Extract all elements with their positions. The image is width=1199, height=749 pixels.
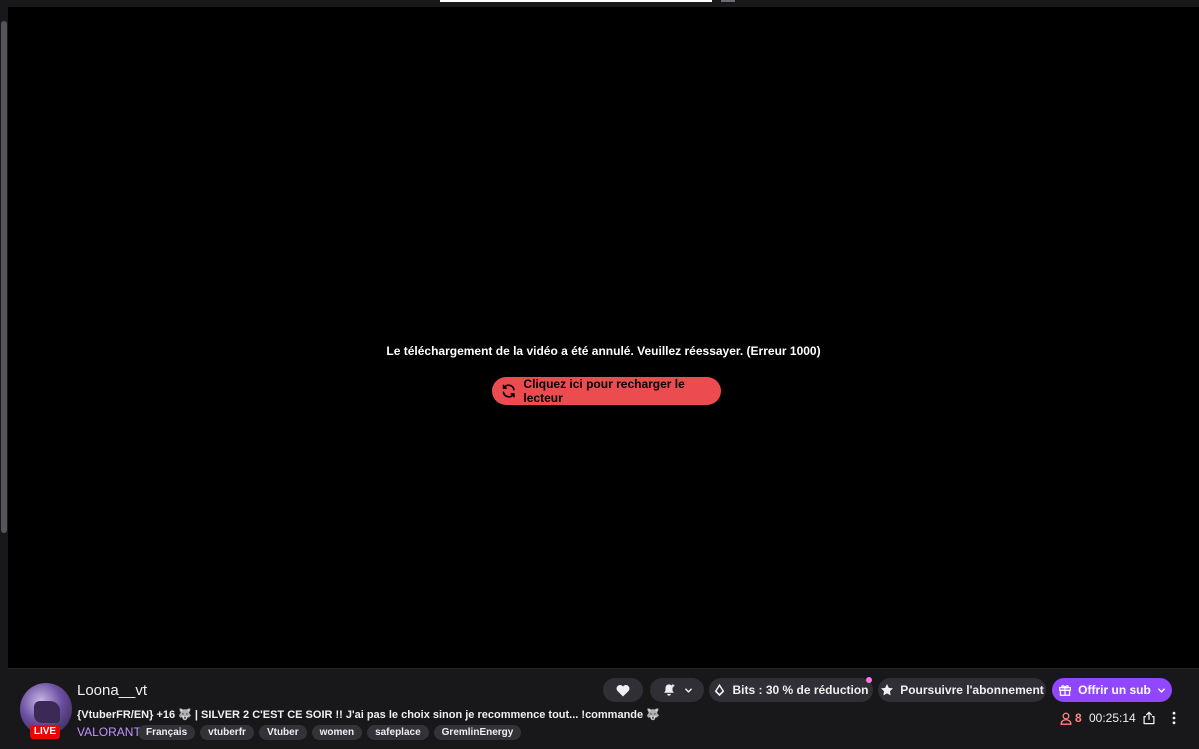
follow-button[interactable] [603,678,643,702]
more-options-button[interactable] [1165,709,1183,727]
scrollbar-thumb[interactable] [1,21,7,533]
viewer-count-value: 8 [1075,711,1082,725]
bell-icon [663,683,675,696]
heart-icon [616,684,630,696]
stream-tags: Français vtuberfr Vtuber women safeplace… [138,725,522,740]
channel-name-link[interactable]: Loona__vt [77,682,147,699]
stream-info-bar: LIVE Loona__vt {VtuberFR/EN} +16 🐺 | SIL… [8,668,1199,749]
resubscribe-button[interactable]: Poursuivre l'abonnement [878,678,1046,702]
more-vertical-icon [1172,711,1176,725]
gift-sub-button[interactable]: Offrir un sub [1052,678,1172,702]
person-icon [1060,712,1072,725]
chevron-down-icon [1157,687,1165,693]
share-button[interactable] [1140,709,1158,727]
browser-top-bar [0,0,1199,7]
resubscribe-label: Poursuivre l'abonnement [900,683,1044,697]
stream-uptime: 00:25:14 [1089,711,1136,725]
bits-discount-button[interactable]: Bits : 30 % de réduction [709,678,873,702]
bits-icon [715,683,725,697]
reload-player-button[interactable]: Cliquez ici pour recharger le lecteur [492,377,721,405]
stream-title: {VtuberFR/EN} +16 🐺 | SILVER 2 C'EST CE … [77,709,660,721]
bits-discount-label: Bits : 30 % de réduction [732,683,869,697]
chevron-down-icon [684,687,692,693]
viewer-count: 8 [1060,711,1082,725]
refresh-icon [502,384,515,398]
star-icon [881,684,894,696]
notification-dot [866,677,872,683]
active-tab-indicator[interactable] [440,0,712,2]
tag-item[interactable]: women [311,725,363,740]
tag-item[interactable]: Vtuber [258,725,307,740]
reload-button-label: Cliquez ici pour recharger le lecteur [523,377,685,405]
page-scrollbar[interactable] [0,7,8,749]
game-category-link[interactable]: VALORANT [77,725,141,739]
tag-item[interactable]: GremlinEnergy [433,725,522,740]
gift-icon [1059,685,1072,696]
tag-item[interactable]: Français [138,725,196,740]
tab-indicator[interactable] [721,0,735,2]
video-player[interactable]: Le téléchargement de la vidéo a été annu… [8,7,1199,668]
player-error-message: Le téléchargement de la vidéo a été annu… [386,344,821,358]
share-icon [1143,711,1155,725]
live-badge: LIVE [30,725,60,739]
tag-item[interactable]: vtuberfr [200,725,254,740]
gift-sub-label: Offrir un sub [1078,683,1151,697]
notifications-button[interactable] [650,678,704,702]
tag-item[interactable]: safeplace [367,725,429,740]
